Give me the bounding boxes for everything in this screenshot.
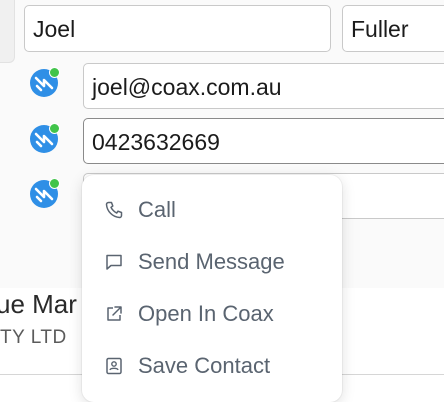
company-name-text: TY LTD: [0, 327, 67, 348]
menu-item-send-message[interactable]: Send Message: [82, 236, 342, 288]
last-name-field[interactable]: Fuller: [342, 5, 444, 52]
email-field[interactable]: joel@coax.com.au: [83, 63, 444, 109]
side-panel-edge: [0, 0, 15, 63]
contact-card-icon: [106, 357, 122, 375]
first-name-field[interactable]: Joel: [24, 5, 331, 52]
contact-name-text: ue Mar: [0, 289, 77, 319]
menu-item-label: Send Message: [138, 249, 285, 274]
coax-contact-icon[interactable]: [29, 123, 60, 154]
online-status-dot: [49, 178, 60, 189]
external-link-icon: [107, 306, 122, 321]
online-status-dot: [49, 67, 60, 78]
coax-contact-icon[interactable]: [29, 178, 60, 209]
menu-item-save-contact[interactable]: Save Contact: [82, 340, 342, 392]
phone-actions-menu: Call Send Message Open In Coax Save Cont…: [82, 175, 342, 402]
menu-item-open-in-coax[interactable]: Open In Coax: [82, 288, 342, 340]
online-status-dot: [49, 123, 60, 134]
message-icon: [106, 254, 122, 270]
menu-item-label: Save Contact: [138, 353, 271, 378]
menu-item-label: Open In Coax: [138, 301, 274, 326]
menu-item-call[interactable]: Call: [82, 184, 342, 236]
phone-icon: [105, 201, 123, 219]
menu-item-label: Call: [138, 197, 176, 222]
coax-contact-icon[interactable]: [29, 67, 60, 98]
phone-field[interactable]: 0423632669: [83, 118, 444, 164]
